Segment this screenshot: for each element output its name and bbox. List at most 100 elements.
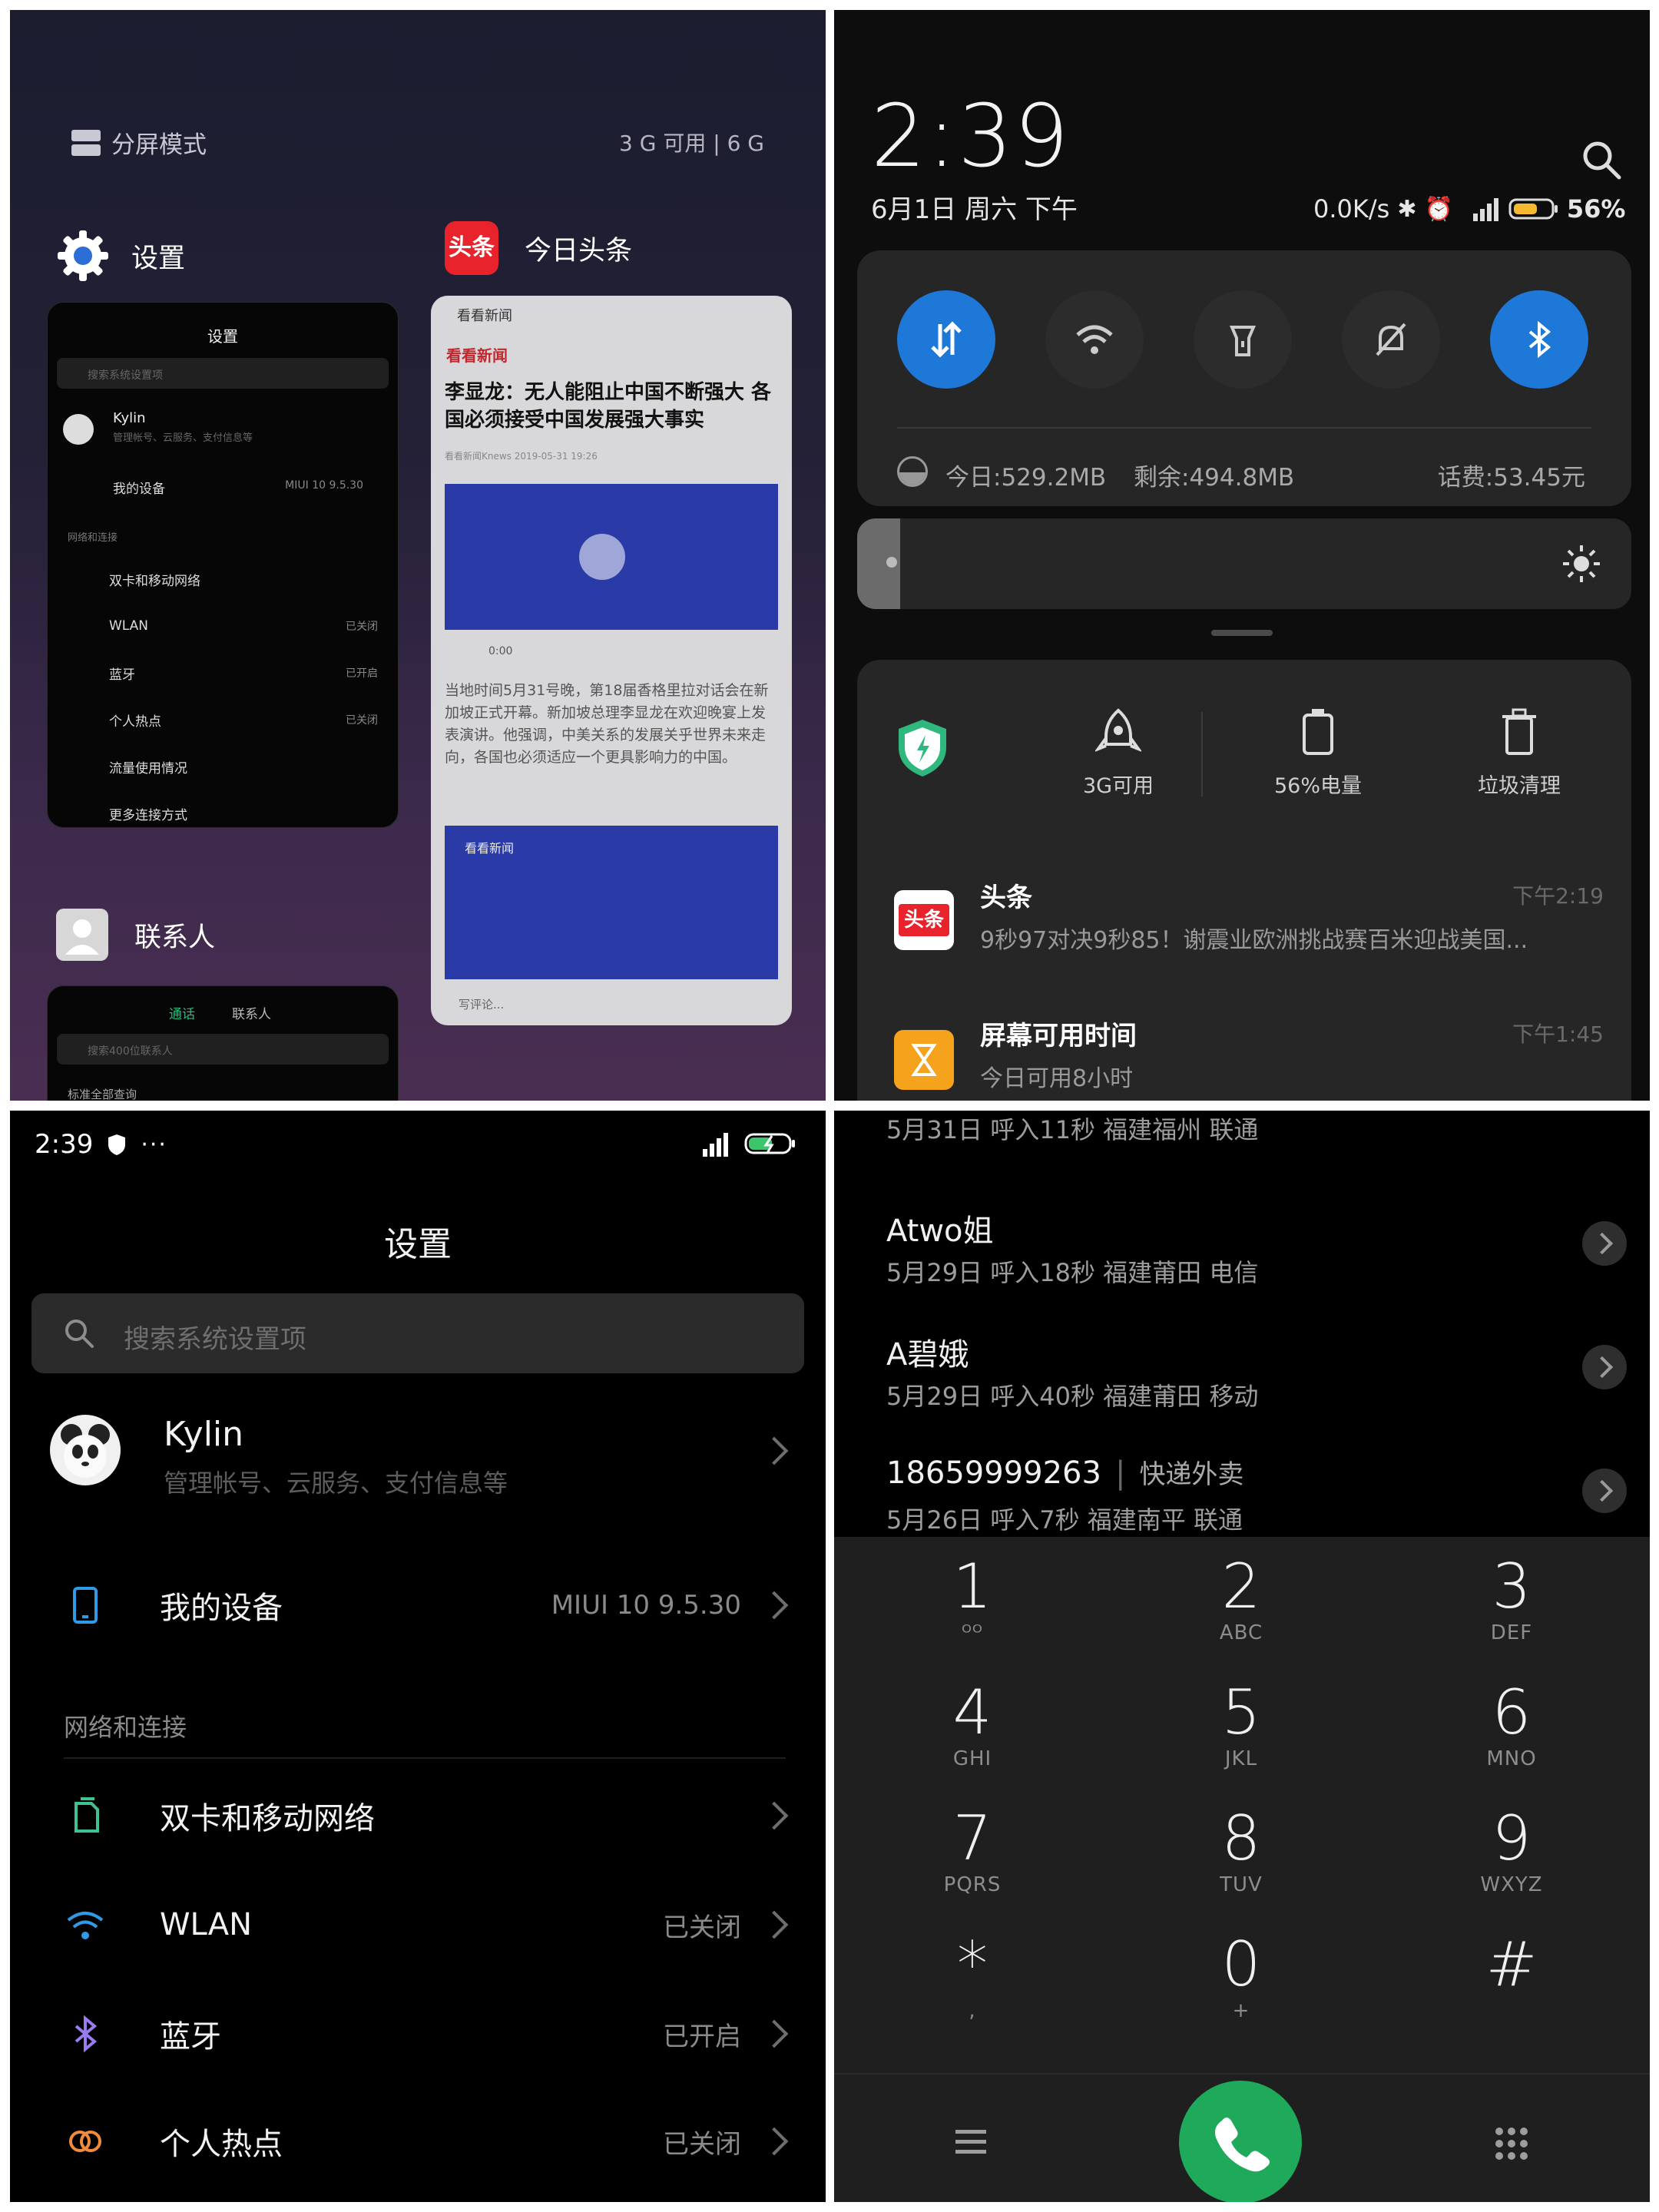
- thumb-news-body: 当地时间5月31号晚，第18届香格里拉对话会在新加坡正式开幕。新加坡总理李显龙在…: [445, 682, 769, 766]
- dialpad: 1 ᴼᴼ 2 ABC 3 DEF 4 GHI 5 JKL 6 MNO 7 PQRS 8 TUV …: [834, 1537, 1650, 2202]
- sim-network-row[interactable]: 双卡和移动网络: [10, 1762, 826, 1869]
- dial-key-5[interactable]: 5 JKL: [1126, 1678, 1356, 1801]
- chevron-right-icon: [760, 1591, 789, 1620]
- split-screen-button[interactable]: 分屏模式: [71, 125, 207, 160]
- sim-network-label: 双卡和移动网络: [160, 1801, 375, 1836]
- flashlight-toggle[interactable]: [1194, 290, 1292, 389]
- thumb-news-brand: 看看新闻: [446, 346, 508, 365]
- search-input[interactable]: 搜索系统设置项: [31, 1293, 804, 1373]
- contacts-thumbnail[interactable]: 通话 联系人 搜索400位联系人 标准全部查询: [47, 985, 399, 1101]
- thumb-comment: 写评论...: [459, 998, 505, 1012]
- data-today: 今日:529.2MB: [945, 464, 1107, 492]
- divider: [64, 1757, 786, 1759]
- call-detail-arrow-icon[interactable]: [1582, 1345, 1627, 1389]
- search-icon[interactable]: [1581, 139, 1622, 180]
- thumb-news-byline: 看看新闻Knews 2019-05-31 19:26: [445, 451, 598, 462]
- account-row[interactable]: Kylin 管理帐号、云服务、支付信息等: [10, 1392, 826, 1515]
- dialpad-toggle-icon[interactable]: [1493, 2125, 1530, 2162]
- bluetooth-status-icon: ✱: [1397, 195, 1417, 223]
- silent-toggle[interactable]: [1342, 290, 1440, 389]
- security-shield-icon[interactable]: [896, 717, 949, 778]
- data-usage-icon: [897, 456, 928, 487]
- my-device-label: 我的设备: [160, 1591, 283, 1626]
- dial-key-2[interactable]: 2 ABC: [1126, 1552, 1356, 1675]
- notification-time: 下午1:45: [1512, 1022, 1604, 1047]
- thumb-contacts-search: 搜索400位联系人: [57, 1034, 389, 1065]
- thumb-row: 个人热点 已关闭: [109, 714, 378, 730]
- my-device-value: MIUI 10 9.5.30: [551, 1590, 741, 1621]
- quick-settings-card: 今日:529.2MB 剩余:494.8MB 话费:53.45元: [857, 250, 1631, 506]
- dial-key-1[interactable]: 1 ᴼᴼ: [857, 1552, 1088, 1675]
- hotspot-label: 个人热点: [160, 2127, 283, 2162]
- app-name-contacts: 联系人: [134, 922, 216, 953]
- tool-cleaner-label: 垃圾清理: [1478, 774, 1561, 798]
- call-name: Atwo姐: [886, 1214, 994, 1249]
- phone-icon: [64, 1584, 107, 1627]
- dial-key-hash[interactable]: #: [1396, 1930, 1627, 2053]
- dial-key-3[interactable]: 3 DEF: [1396, 1552, 1627, 1675]
- signal-icon: [689, 1131, 732, 1157]
- dialer-screen: 5月31日 呼入11秒 福建福州 联通 Atwo姐 5月29日 呼入18秒 福建…: [834, 1111, 1650, 2202]
- hotspot-row[interactable]: 个人热点 已关闭: [10, 2088, 826, 2195]
- wifi-toggle[interactable]: [1045, 290, 1144, 389]
- settings-thumbnail[interactable]: 设置 搜索系统设置项 Kylin 管理帐号、云服务、支付信息等 我的设备 MIU…: [47, 302, 399, 828]
- more-status-icon: ···: [141, 1131, 167, 1158]
- call-detail-arrow-icon[interactable]: [1582, 1221, 1627, 1266]
- hotspot-value: 已关闭: [663, 2128, 741, 2160]
- thumb-account-name: Kylin: [113, 410, 146, 426]
- tool-battery[interactable]: 56%电量: [1241, 707, 1395, 799]
- thumb-news-video: [445, 484, 778, 630]
- menu-icon[interactable]: [954, 2127, 988, 2157]
- call-log-item[interactable]: A碧娥 5月29日 呼入40秒 福建莆田 移动: [886, 1311, 1627, 1434]
- call-button[interactable]: [1179, 2081, 1302, 2202]
- tool-cleaner[interactable]: 垃圾清理: [1442, 707, 1596, 799]
- memory-label: 3 G 可用 | 6 G: [619, 131, 764, 156]
- notification-text: 9秒97对决9秒85！谢震业欧洲挑战赛百米迎战美国...: [980, 927, 1528, 954]
- dial-key-0[interactable]: 0 +: [1126, 1930, 1356, 2053]
- tool-boost[interactable]: 3G可用: [1041, 707, 1195, 799]
- bluetooth-toggle[interactable]: [1490, 290, 1588, 389]
- divider: [897, 427, 1591, 429]
- call-tag: 快递外卖: [1139, 1459, 1244, 1490]
- battery-percent: 56%: [1566, 194, 1626, 224]
- dial-key-7[interactable]: 7 PQRS: [857, 1804, 1088, 1927]
- wifi-icon: [1076, 325, 1113, 354]
- chevron-right-icon: [760, 1801, 789, 1830]
- dial-key-9[interactable]: 9 WXYZ: [1396, 1804, 1627, 1927]
- news-thumbnail[interactable]: 看看新闻 看看新闻 李显龙：无人能阻止中国不断强大 各国必须接受中国发展强大事实…: [431, 296, 792, 1025]
- dial-key-6[interactable]: 6 MNO: [1396, 1678, 1627, 1801]
- drag-handle[interactable]: [1211, 630, 1273, 636]
- divider: [1201, 712, 1203, 796]
- bluetooth-row[interactable]: 蓝牙 已开启: [10, 1980, 826, 2088]
- chevron-right-icon: [760, 2127, 789, 2156]
- mobile-data-toggle[interactable]: [897, 290, 995, 389]
- status-bar-right: [689, 1131, 798, 1157]
- signal-icon: [1461, 197, 1501, 221]
- split-screen-icon: [71, 129, 101, 156]
- chevron-right-icon: [760, 1436, 789, 1465]
- notification-toutiao[interactable]: 头条 头条 下午2:19 9秒97对决9秒85！谢震业欧洲挑战赛百米迎战美国..…: [857, 867, 1631, 990]
- call-detail-arrow-icon[interactable]: [1582, 1469, 1627, 1513]
- trash-icon: [1442, 707, 1596, 760]
- wifi-icon: [64, 1903, 107, 1946]
- dial-key-star[interactable]: *,: [857, 1930, 1088, 2053]
- brightness-slider[interactable]: [857, 518, 1631, 609]
- call-detail: 5月26日 呼入7秒 福建南平 联通: [886, 1505, 1243, 1535]
- sim-icon: [64, 1794, 107, 1837]
- my-device-row[interactable]: 我的设备 MIUI 10 9.5.30: [10, 1551, 826, 1659]
- call-number: 18659999263 | 快递外卖: [886, 1455, 1244, 1491]
- thumb-tab-calls: 通话: [169, 1007, 195, 1022]
- bluetooth-icon: [1528, 320, 1551, 359]
- call-log-item[interactable]: Atwo姐 5月29日 呼入18秒 福建莆田 电信: [886, 1187, 1627, 1310]
- thumb-contacts-row: 标准全部查询: [68, 1088, 137, 1101]
- tool-boost-label: 3G可用: [1082, 774, 1154, 798]
- chevron-right-icon: [760, 2019, 789, 2048]
- dial-key-8[interactable]: 8 TUV: [1126, 1804, 1356, 1927]
- voicemail-icon: ᴼᴼ: [962, 1621, 983, 1644]
- call-log-item[interactable]: 5月31日 呼入11秒 福建福州 联通: [886, 1111, 1627, 1195]
- shade-clock: 2:39: [871, 87, 1071, 187]
- dial-key-4[interactable]: 4 GHI: [857, 1678, 1088, 1801]
- thumb-account-sub: 管理帐号、云服务、支付信息等: [113, 432, 253, 444]
- notification-screen-time[interactable]: 屏幕可用时间 下午1:45 今日可用8小时: [857, 1005, 1631, 1101]
- wlan-row[interactable]: WLAN 已关闭: [10, 1871, 826, 1979]
